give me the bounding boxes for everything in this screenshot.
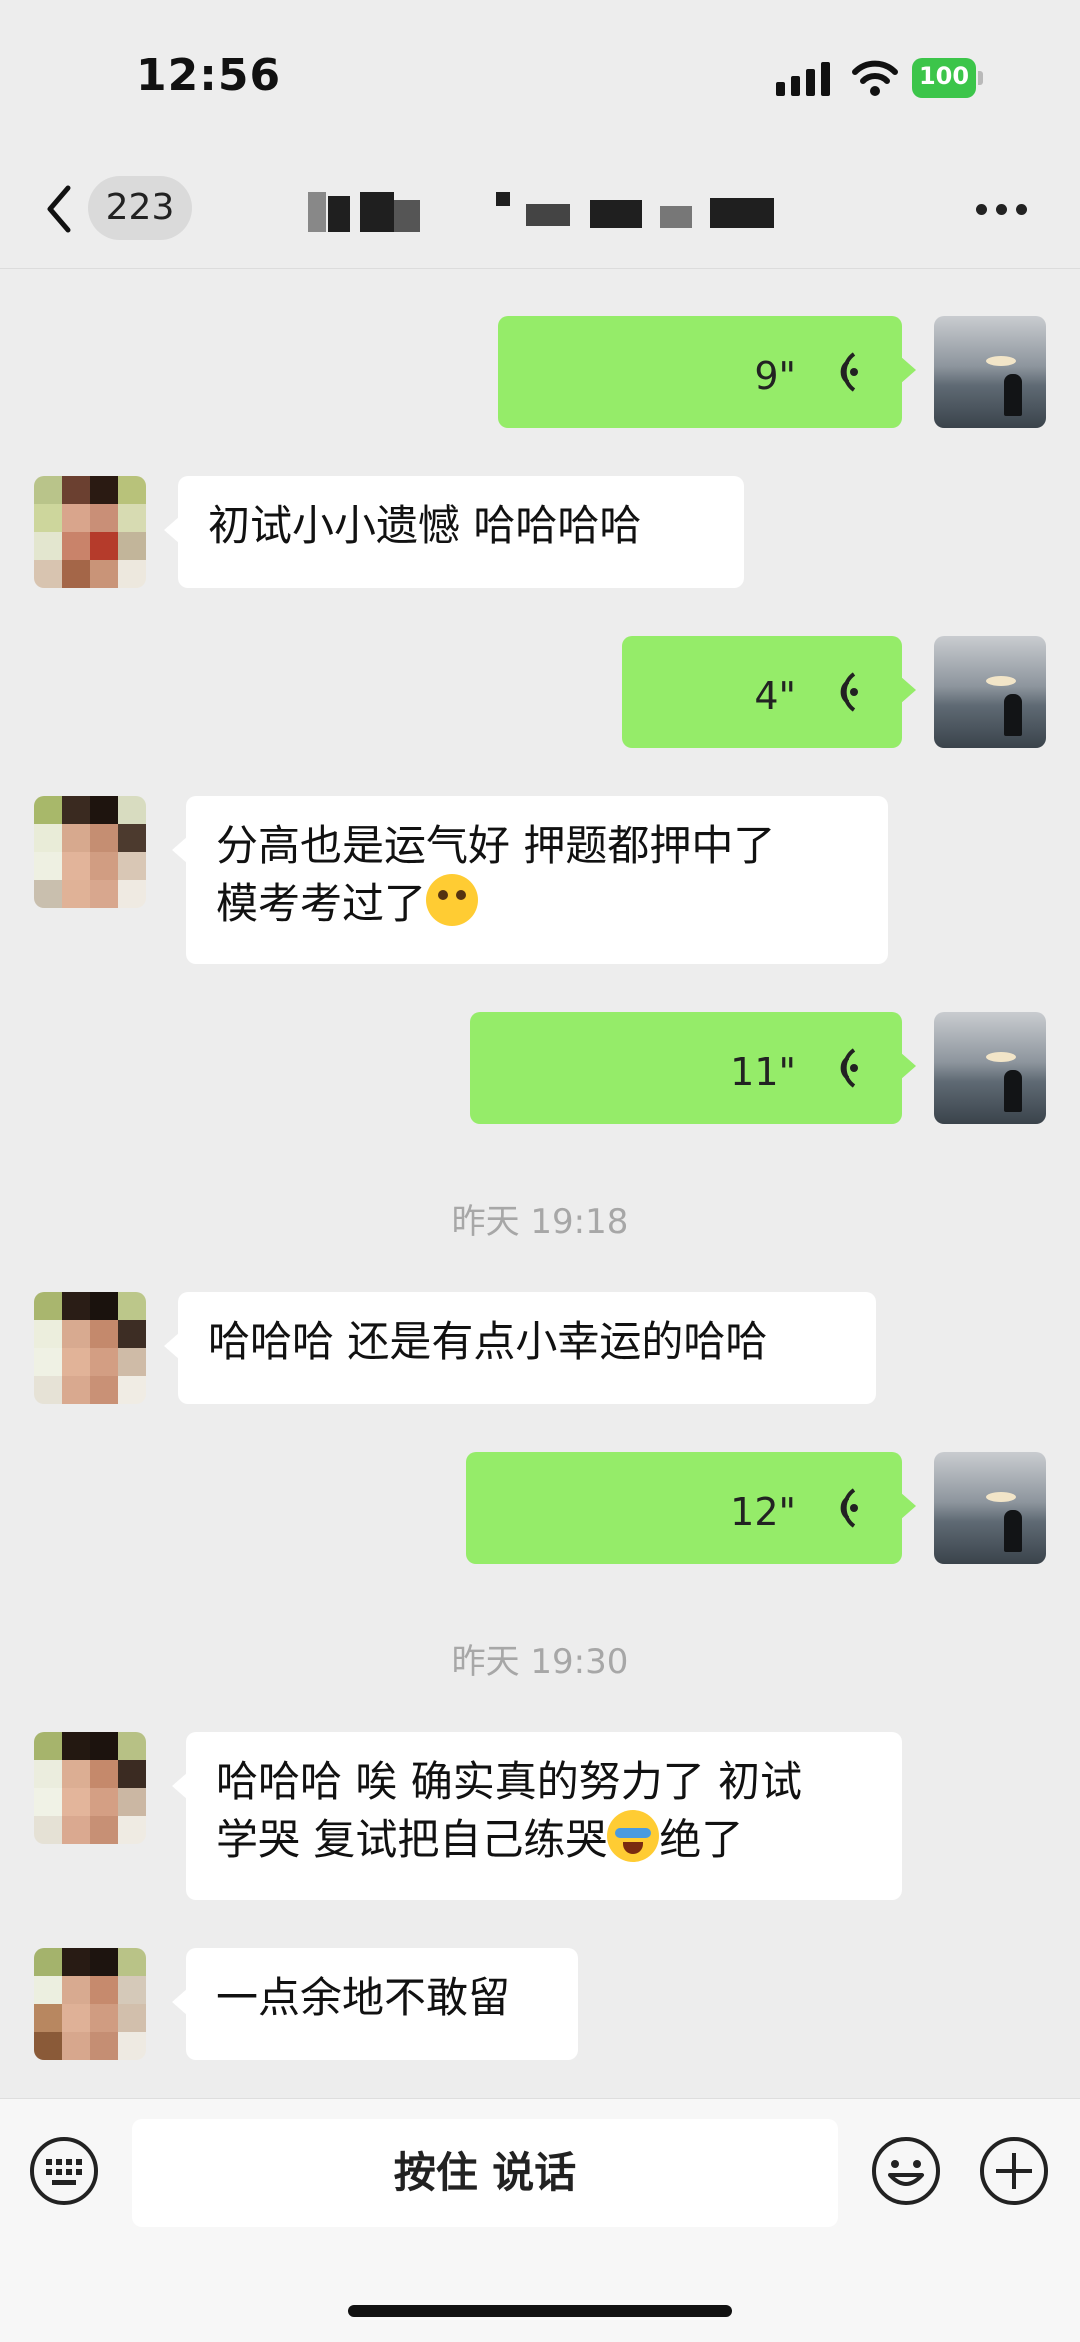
voice-wave-icon: [840, 1488, 858, 1528]
battery-icon: 100: [912, 58, 984, 98]
my-avatar[interactable]: [934, 636, 1046, 748]
home-indicator: [348, 2305, 732, 2317]
message-text: 学哭 复试把自己练哭: [216, 1815, 608, 1864]
message-text-line: 模考考过了: [216, 874, 858, 932]
keyboard-icon[interactable]: [28, 2135, 100, 2207]
contact-avatar[interactable]: [34, 796, 146, 908]
message-text: 一点余地不敢留: [216, 1973, 511, 2022]
contact-avatar[interactable]: [34, 1292, 146, 1404]
text-message-bubble[interactable]: 哈哈哈 还是有点小幸运的哈哈: [164, 1292, 876, 1404]
voice-message-bubble[interactable]: 9": [498, 316, 916, 428]
text-message-bubble[interactable]: 哈哈哈 唉 确实真的努力了 初试 学哭 复试把自己练哭 绝了: [172, 1732, 902, 1900]
signal-icon: [776, 62, 830, 96]
voice-duration: 9": [754, 354, 796, 398]
crying-emoji-icon: [607, 1810, 660, 1862]
voice-message-bubble[interactable]: 11": [470, 1012, 916, 1124]
my-avatar[interactable]: [934, 1452, 1046, 1564]
contact-avatar[interactable]: [34, 1948, 146, 2060]
status-time: 12:56: [136, 50, 282, 101]
text-message-bubble[interactable]: 一点余地不敢留: [172, 1948, 578, 2060]
voice-duration: 12": [730, 1490, 796, 1534]
emoji-icon[interactable]: [870, 2135, 942, 2207]
message-text: 模考考过了: [216, 879, 427, 928]
voice-duration: 11": [730, 1050, 796, 1094]
message-text: 绝了: [659, 1815, 744, 1864]
message-list[interactable]: 9" 初试小小遗憾 哈哈哈哈 4" 分高也是运气好 押题都押中了 模考考过了 1…: [0, 268, 1080, 2098]
back-icon[interactable]: [44, 184, 74, 234]
my-avatar[interactable]: [934, 316, 1046, 428]
chat-header: 223: [0, 150, 1080, 269]
voice-wave-icon: [840, 672, 858, 712]
message-text: 分高也是运气好 押题都押中了: [216, 821, 776, 870]
timestamp: 昨天 19:30: [451, 1642, 629, 1682]
hold-to-talk-button[interactable]: 按住 说话: [132, 2119, 838, 2227]
voice-wave-icon: [840, 1048, 858, 1088]
voice-duration: 4": [754, 674, 796, 718]
voice-message-bubble[interactable]: 12": [466, 1452, 916, 1564]
wifi-icon: [852, 60, 898, 96]
my-avatar[interactable]: [934, 1012, 1046, 1124]
plus-icon[interactable]: [978, 2135, 1050, 2207]
message-text: 初试小小遗憾 哈哈哈哈: [208, 501, 642, 550]
contact-avatar[interactable]: [34, 1732, 146, 1844]
message-text-line: 学哭 复试把自己练哭 绝了: [216, 1810, 872, 1868]
unread-count-badge[interactable]: 223: [88, 176, 192, 240]
text-message-bubble[interactable]: 分高也是运气好 押题都押中了 模考考过了: [172, 796, 888, 964]
message-text: 哈哈哈 唉 确实真的努力了 初试: [216, 1757, 803, 1806]
input-bar: 按住 说话: [0, 2098, 1080, 2342]
text-message-bubble[interactable]: 初试小小遗憾 哈哈哈哈: [164, 476, 744, 588]
more-icon[interactable]: [976, 204, 1028, 216]
voice-message-bubble[interactable]: 4": [622, 636, 916, 748]
timestamp: 昨天 19:18: [451, 1202, 629, 1242]
voice-wave-icon: [840, 352, 858, 392]
status-bar: 12:56 100: [0, 0, 1080, 150]
message-text: 哈哈哈 还是有点小幸运的哈哈: [208, 1317, 768, 1366]
chat-title-redacted: [300, 192, 800, 232]
thinking-emoji-icon: [426, 874, 479, 926]
battery-level: 100: [918, 62, 970, 90]
contact-avatar[interactable]: [34, 476, 146, 588]
